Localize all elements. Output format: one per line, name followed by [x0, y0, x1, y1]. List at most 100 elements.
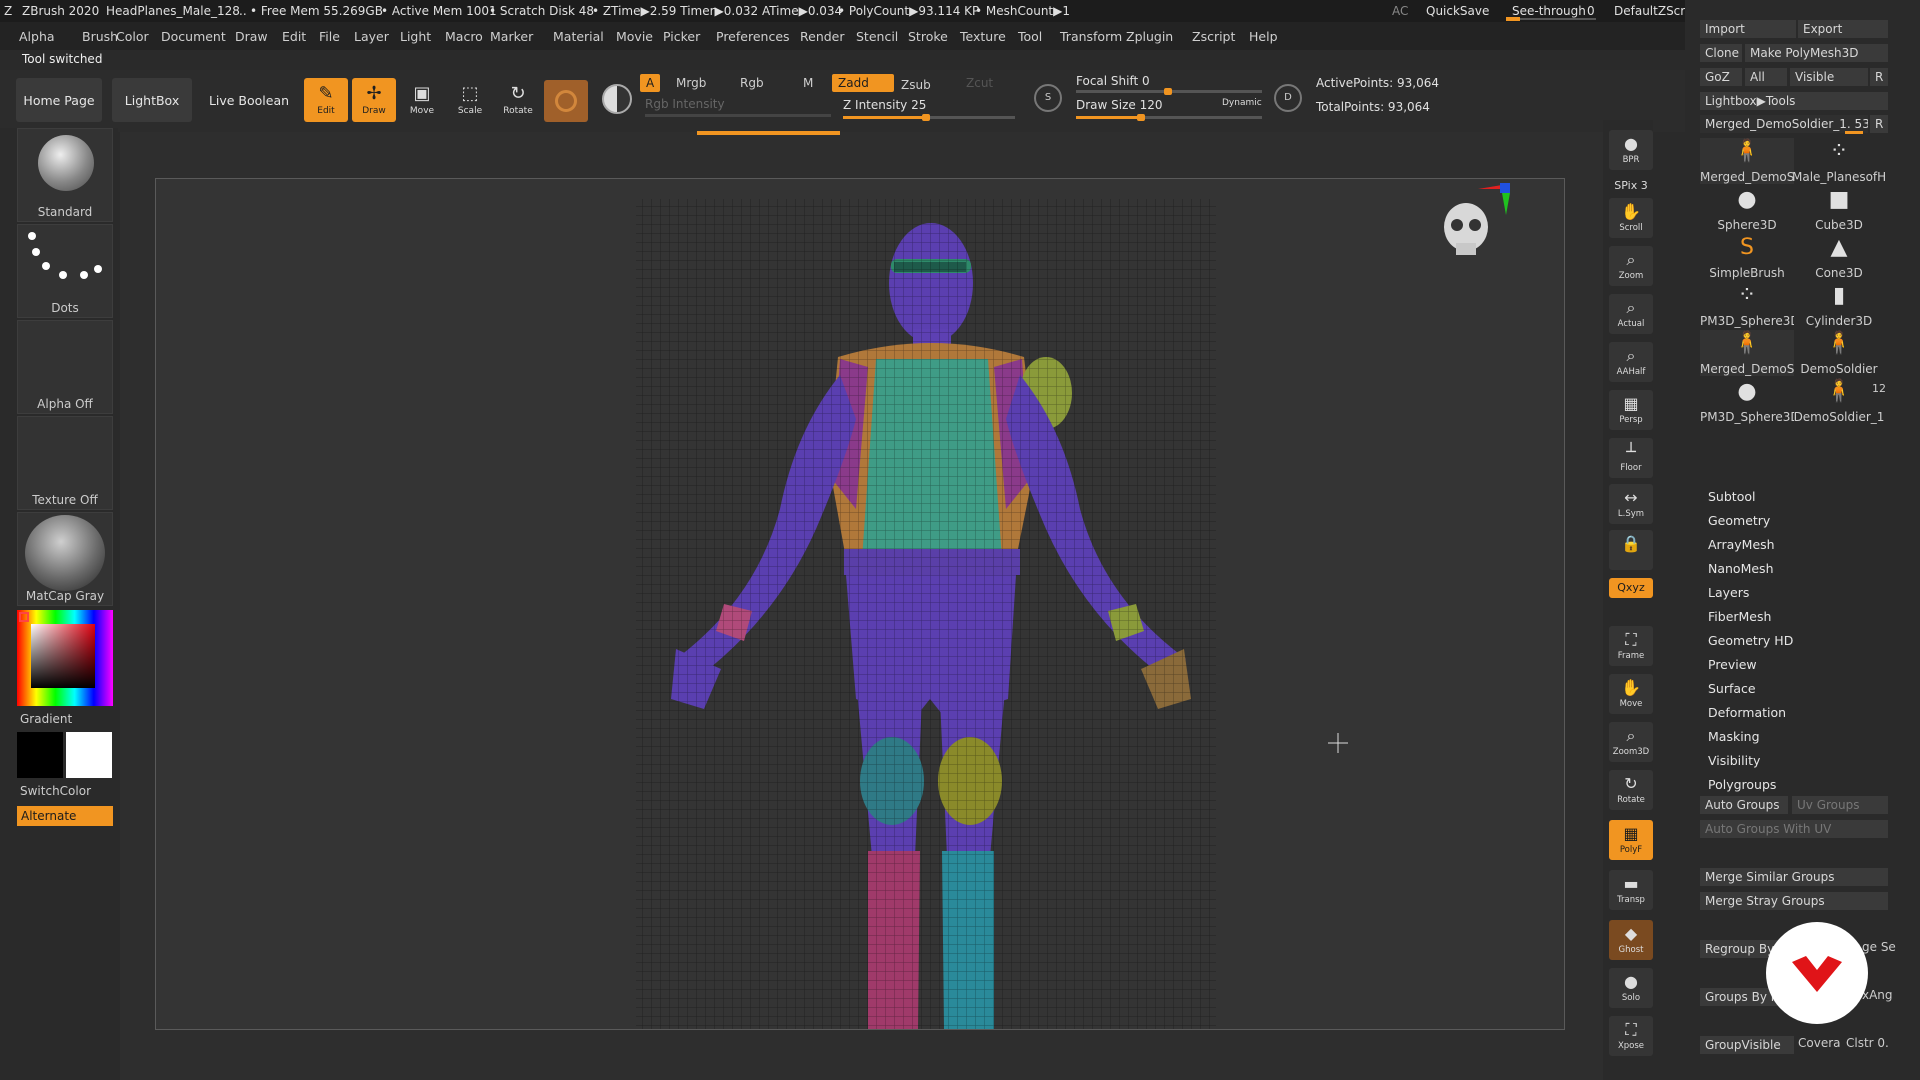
alternate-button[interactable]: Alternate: [17, 806, 113, 826]
gradient-label[interactable]: Gradient: [20, 712, 72, 726]
qxyz-button[interactable]: ✦Qxyz: [1609, 578, 1653, 598]
submenu-geometry-hd[interactable]: Geometry HD: [1708, 633, 1793, 648]
menu-macro[interactable]: Macro: [445, 29, 483, 44]
live-boolean-button[interactable]: Live Boolean: [204, 78, 294, 122]
tool-move-button[interactable]: ▣ Move: [400, 78, 444, 122]
menu-zplugin[interactable]: Zplugin: [1126, 29, 1173, 44]
switch-color-button[interactable]: SwitchColor: [20, 784, 91, 798]
z-intensity-handle[interactable]: [922, 114, 930, 121]
brush-thumbnail[interactable]: Standard: [17, 128, 113, 222]
material-sphere-button[interactable]: [544, 80, 588, 122]
ghost-button[interactable]: ◆ Ghost: [1609, 920, 1653, 960]
submenu-preview[interactable]: Preview: [1708, 657, 1757, 672]
spix-3-button[interactable]: ┄SPix 3: [1609, 176, 1653, 196]
all-button[interactable]: All: [1745, 68, 1787, 86]
tool-thumbnail[interactable]: ▮ Cylinder3D: [1792, 282, 1886, 328]
menu-material[interactable]: Material: [553, 29, 604, 44]
menu-document[interactable]: Document: [161, 29, 226, 44]
mrgb-toggle[interactable]: Mrgb: [670, 74, 712, 92]
tool-thumbnail[interactable]: ▲ Cone3D: [1792, 234, 1886, 280]
menu-stroke[interactable]: Stroke: [908, 29, 948, 44]
tool-scale-button[interactable]: ⬚ Scale: [448, 78, 492, 122]
move-button[interactable]: ✋ Move: [1609, 674, 1653, 714]
hue-marker[interactable]: [19, 612, 29, 622]
current-tool-slider[interactable]: Merged_DemoSoldier_1. 53: [1700, 115, 1868, 133]
cluster-slider[interactable]: Clstr 0.: [1846, 1036, 1889, 1050]
tool-edit-button[interactable]: ✎ Edit: [304, 78, 348, 122]
menu-render[interactable]: Render: [800, 29, 845, 44]
group-visible-button[interactable]: GroupVisible: [1700, 1036, 1794, 1054]
see-through-slider[interactable]: [1506, 17, 1520, 21]
uv-groups-button[interactable]: Uv Groups: [1792, 796, 1888, 814]
skull-orientation-gizmo[interactable]: [1444, 183, 1510, 255]
menu-layer[interactable]: Layer: [354, 29, 389, 44]
menu-texture[interactable]: Texture: [960, 29, 1006, 44]
zoom-button[interactable]: ⌕ Zoom: [1609, 246, 1653, 286]
alpha-thumbnail[interactable]: Alpha Off: [17, 320, 113, 414]
color-square[interactable]: [31, 624, 95, 688]
a-toggle[interactable]: A: [640, 74, 661, 92]
zoom3d-button[interactable]: ⌕ Zoom3D: [1609, 722, 1653, 762]
stroke-thumbnail[interactable]: Dots: [17, 224, 113, 318]
goz-button[interactable]: GoZ: [1700, 68, 1742, 86]
bpr-button[interactable]: ● BPR: [1609, 130, 1653, 170]
submenu-deformation[interactable]: Deformation: [1708, 705, 1786, 720]
tool-thumbnail[interactable]: ⁘ Male_PlanesofHe: [1792, 138, 1886, 184]
actual-button[interactable]: ⌕ Actual: [1609, 294, 1653, 334]
menu-draw[interactable]: Draw: [235, 29, 268, 44]
lock-button[interactable]: 🔒: [1609, 530, 1653, 570]
transp-button[interactable]: ▬ Transp: [1609, 870, 1653, 910]
submenu-visibility[interactable]: Visibility: [1708, 753, 1760, 768]
tool-thumbnail[interactable]: ● PM3D_Sphere3D: [1700, 378, 1794, 424]
r-toggle-button[interactable]: R: [1870, 115, 1888, 133]
focal-shift-handle[interactable]: [1164, 88, 1172, 95]
submenu-nanomesh[interactable]: NanoMesh: [1708, 561, 1774, 576]
ac-label[interactable]: AC: [1392, 4, 1408, 18]
aahalf-button[interactable]: ⌕ AAHalf: [1609, 342, 1653, 382]
document-viewport[interactable]: [155, 178, 1565, 1030]
submenu-arraymesh[interactable]: ArrayMesh: [1708, 537, 1775, 552]
submenu-surface[interactable]: Surface: [1708, 681, 1756, 696]
menu-picker[interactable]: Picker: [663, 29, 700, 44]
submenu-polygroups[interactable]: Polygroups: [1708, 777, 1776, 792]
zsub-toggle[interactable]: Zsub: [895, 76, 937, 94]
menu-brush[interactable]: Brush: [82, 29, 118, 44]
tool-thumbnail[interactable]: ⁘ PM3D_Sphere3D: [1700, 282, 1794, 328]
rgb-intensity-slider[interactable]: [645, 114, 831, 117]
submenu-fibermesh[interactable]: FiberMesh: [1708, 609, 1771, 624]
menu-edit[interactable]: Edit: [282, 29, 306, 44]
r-button[interactable]: R: [1870, 68, 1888, 86]
dynamic-toggle[interactable]: Dynamic: [1222, 98, 1262, 108]
lightbox-tools-button[interactable]: Lightbox▶Tools: [1700, 92, 1888, 110]
zadd-toggle[interactable]: Zadd: [832, 74, 894, 92]
menu-tool[interactable]: Tool: [1018, 29, 1042, 44]
menu-light[interactable]: Light: [400, 29, 431, 44]
auto-groups-uv-button[interactable]: Auto Groups With UV: [1700, 820, 1888, 838]
menu-help[interactable]: Help: [1249, 29, 1278, 44]
menu-stencil[interactable]: Stencil: [856, 29, 898, 44]
tool-rotate-button[interactable]: ↻ Rotate: [496, 78, 540, 122]
xpose-button[interactable]: ⛶ Xpose: [1609, 1016, 1653, 1056]
floor-button[interactable]: ┴ Floor: [1609, 438, 1653, 478]
texture-thumbnail[interactable]: Texture Off: [17, 416, 113, 510]
submenu-geometry[interactable]: Geometry: [1708, 513, 1770, 528]
submenu-masking[interactable]: Masking: [1708, 729, 1760, 744]
tool-thumbnail[interactable]: ● Sphere3D: [1700, 186, 1794, 232]
polyf-button[interactable]: ▦ PolyF: [1609, 820, 1653, 860]
secondary-color-swatch[interactable]: [17, 732, 63, 778]
merge-stray-button[interactable]: Merge Stray Groups: [1700, 892, 1888, 910]
scroll-button[interactable]: ✋ Scroll: [1609, 198, 1653, 238]
frame-button[interactable]: ⛶ Frame: [1609, 626, 1653, 666]
tool-thumbnail[interactable]: 🧍 Merged_DemoSo: [1700, 330, 1794, 376]
export-button[interactable]: Export: [1798, 20, 1888, 38]
menu-movie[interactable]: Movie: [616, 29, 653, 44]
clone-button[interactable]: Clone: [1700, 44, 1742, 62]
focal-shift-icon[interactable]: S: [1034, 84, 1062, 112]
home-page-button[interactable]: Home Page: [16, 78, 102, 122]
tool-thumbnail[interactable]: ■ Cube3D: [1792, 186, 1886, 232]
menu-preferences[interactable]: Preferences: [716, 29, 790, 44]
menu-marker[interactable]: Marker: [490, 29, 533, 44]
menu-transform[interactable]: Transform: [1060, 29, 1122, 44]
color-picker[interactable]: [17, 610, 113, 706]
submenu-layers[interactable]: Layers: [1708, 585, 1749, 600]
